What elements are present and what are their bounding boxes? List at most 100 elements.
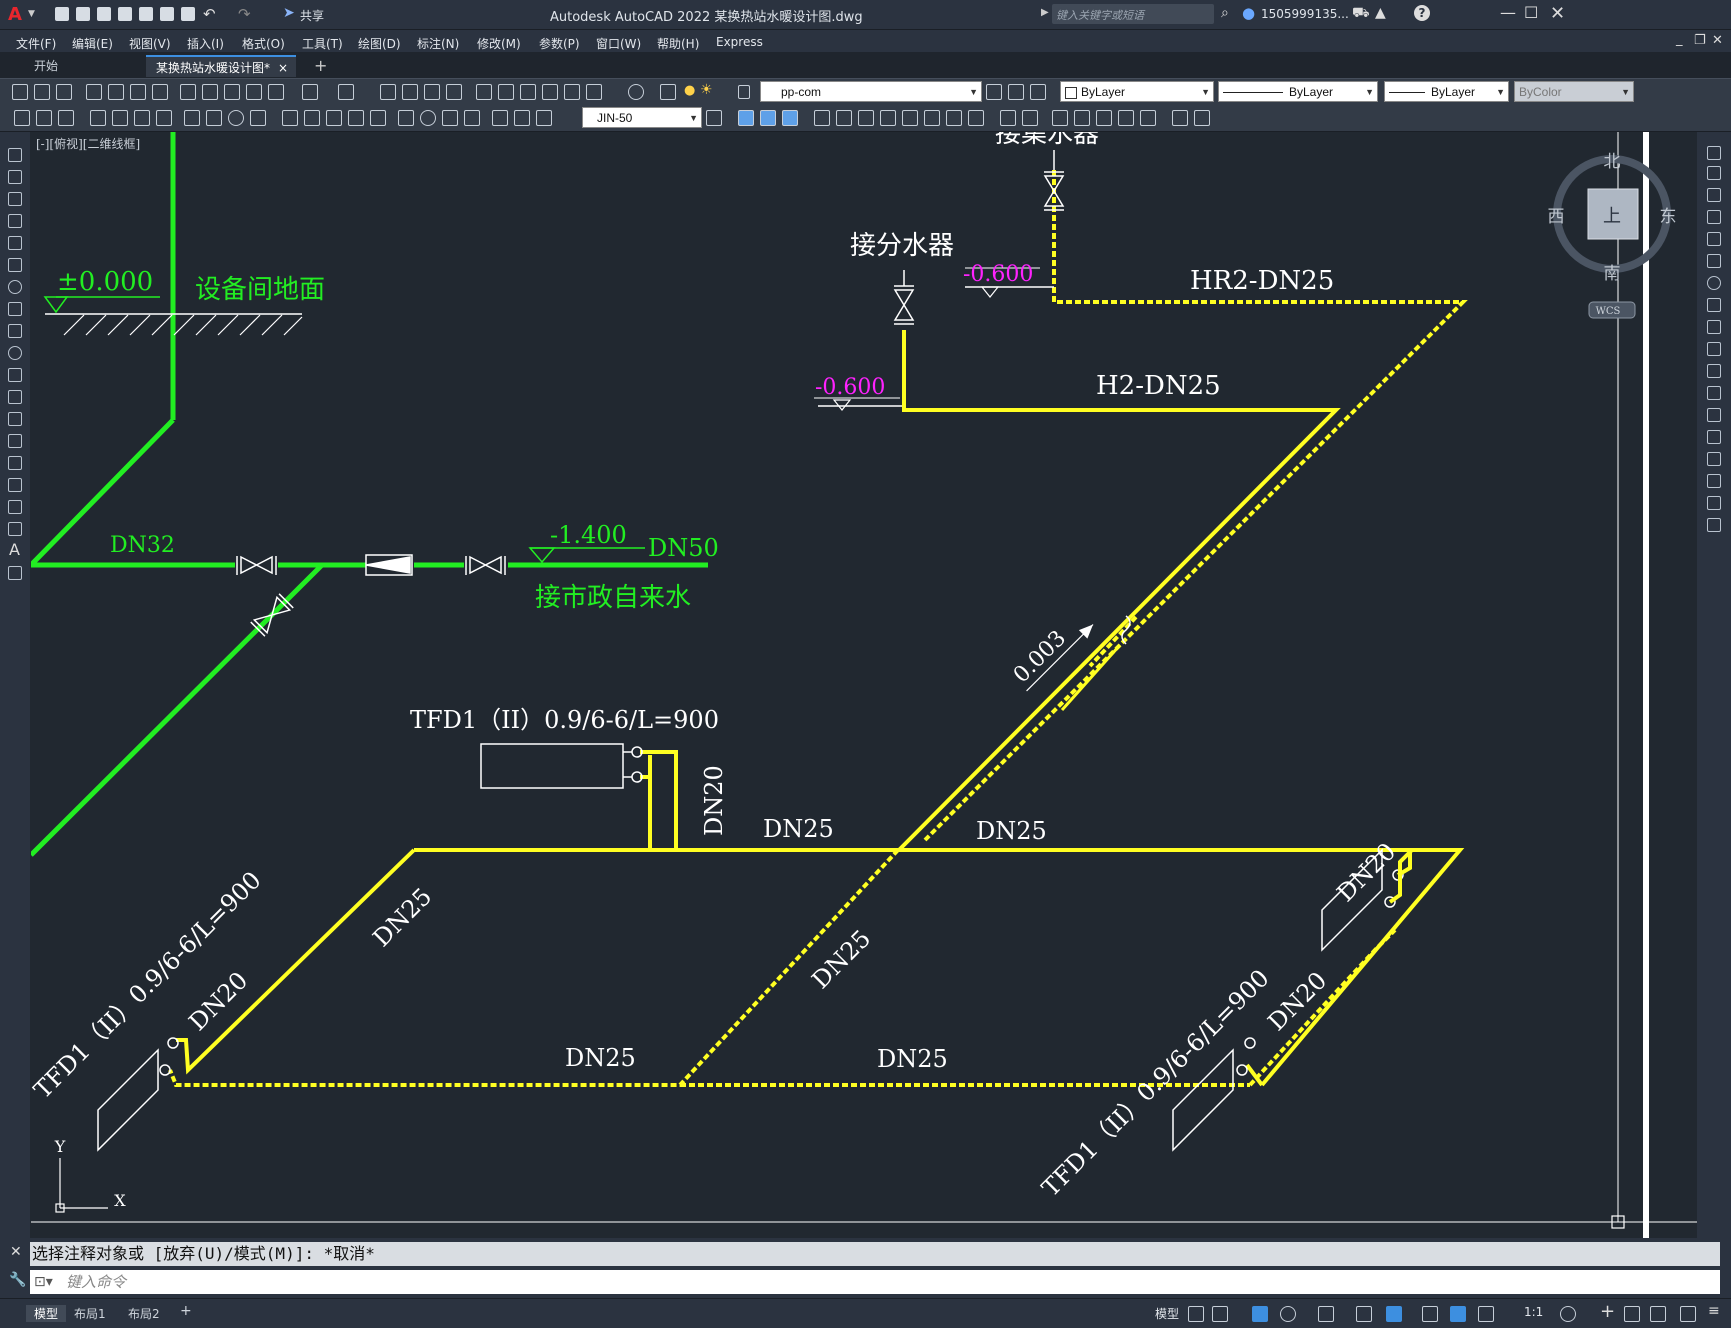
blend-icon[interactable] <box>1707 496 1721 510</box>
move-icon[interactable] <box>1707 254 1721 268</box>
menu-window[interactable]: 窗口(W) <box>596 35 641 52</box>
save-toolbar-icon[interactable] <box>56 84 72 100</box>
help-toolbar-icon[interactable] <box>628 84 644 100</box>
doc-restore-icon[interactable]: ❐ <box>1694 33 1706 48</box>
region-icon[interactable] <box>8 500 22 514</box>
command-input[interactable]: ⊡▾ 键入命令 <box>30 1270 1720 1294</box>
cut-icon[interactable] <box>180 84 196 100</box>
chamfer-icon[interactable] <box>1707 452 1721 466</box>
doc-minimize-icon[interactable]: _ <box>1676 32 1683 47</box>
modify-20-icon[interactable] <box>1194 110 1210 126</box>
modify-5-icon[interactable] <box>836 110 852 126</box>
snap-icon[interactable] <box>1212 1306 1228 1322</box>
menu-express[interactable]: Express <box>716 35 763 49</box>
modify-4-icon[interactable] <box>814 110 830 126</box>
color-dropdown[interactable]: ByLayer ▼ <box>1060 81 1214 102</box>
layout-tab-1[interactable]: 布局1 <box>74 1305 106 1322</box>
share-button[interactable]: 共享 <box>300 7 324 24</box>
batch-icon[interactable] <box>36 110 52 126</box>
menu-edit[interactable]: 编辑(E) <box>72 35 113 52</box>
spline-icon[interactable] <box>8 324 22 338</box>
workspace-gear-icon[interactable] <box>1560 1306 1576 1322</box>
pan-icon[interactable] <box>380 84 396 100</box>
circle-icon[interactable] <box>8 280 22 294</box>
viewcube-east[interactable]: 东 <box>1660 207 1677 227</box>
annotate-icon[interactable] <box>14 110 30 126</box>
tool-palettes-icon[interactable] <box>520 84 536 100</box>
hatch-icon[interactable] <box>8 456 22 470</box>
modify-11-icon[interactable] <box>968 110 984 126</box>
dim-edit-icon[interactable] <box>492 110 508 126</box>
modify-17-icon[interactable] <box>1118 110 1134 126</box>
menu-draw[interactable]: 绘图(D) <box>358 35 401 52</box>
plot-icon[interactable] <box>181 7 195 21</box>
match-prop-icon[interactable] <box>246 84 262 100</box>
lineweight-dropdown[interactable]: ByLayer ▼ <box>1384 81 1509 102</box>
dim-break-icon[interactable] <box>370 110 386 126</box>
new-tab-icon[interactable]: + <box>314 56 327 75</box>
undo-icon[interactable]: ↶ <box>203 5 216 23</box>
doc-close-icon[interactable]: ✕ <box>1712 33 1723 48</box>
search-input[interactable]: 键入关键字或短语 <box>1052 4 1214 24</box>
polygon-icon[interactable] <box>8 214 22 228</box>
quick-dim-icon[interactable] <box>282 110 298 126</box>
inspection-icon[interactable] <box>442 110 458 126</box>
modify-16-icon[interactable] <box>1096 110 1112 126</box>
jogged-icon[interactable] <box>206 110 222 126</box>
radius-icon[interactable] <box>184 110 200 126</box>
annotation-scale[interactable]: 1:1 <box>1524 1305 1543 1319</box>
save-icon[interactable] <box>97 7 111 21</box>
viewcube-north[interactable]: 北 <box>1604 152 1621 172</box>
erase-icon[interactable] <box>1707 146 1721 160</box>
arc-icon[interactable] <box>8 258 22 272</box>
help-icon[interactable]: ? <box>1414 5 1430 21</box>
tolerance-icon[interactable] <box>398 110 414 126</box>
baseline-icon[interactable] <box>304 110 320 126</box>
layout-tab-model[interactable]: 模型 <box>26 1305 67 1322</box>
share-icon[interactable]: ➤ <box>283 5 295 21</box>
rotate-icon[interactable] <box>1707 276 1721 290</box>
ordinate-icon[interactable] <box>156 110 172 126</box>
polyline-icon[interactable] <box>8 192 22 206</box>
layer-previous-icon[interactable] <box>1008 84 1024 100</box>
publish-icon[interactable] <box>130 84 146 100</box>
stretch-icon[interactable] <box>1707 320 1721 334</box>
viewcube-west[interactable]: 西 <box>1548 207 1565 227</box>
dim-text-edit-icon[interactable] <box>514 110 530 126</box>
lineweight-toggle-icon[interactable] <box>1422 1306 1438 1322</box>
modify-13-icon[interactable] <box>1022 110 1038 126</box>
wcs-label[interactable]: WCS <box>1596 306 1621 317</box>
viewport-controls[interactable]: [-][俯视][二维线框] <box>36 136 140 151</box>
open-web-icon[interactable] <box>139 7 153 21</box>
modify-12-icon[interactable] <box>1000 110 1016 126</box>
cart-icon[interactable]: ⛟ <box>1352 5 1370 23</box>
dim-update-icon[interactable] <box>536 110 552 126</box>
jogged-linear-icon[interactable] <box>464 110 480 126</box>
layer-lock-icon[interactable] <box>738 85 750 99</box>
mtext-icon[interactable]: A <box>9 540 20 559</box>
ortho-icon[interactable] <box>1252 1306 1268 1322</box>
properties-icon[interactable] <box>476 84 492 100</box>
linear-dim-icon[interactable] <box>90 110 106 126</box>
modify-15-icon[interactable] <box>1074 110 1090 126</box>
open-file-icon[interactable] <box>76 7 90 21</box>
modify-18-icon[interactable] <box>1140 110 1156 126</box>
redo-toolbar-icon[interactable] <box>338 84 354 100</box>
close-icon[interactable]: ✕ <box>1550 3 1565 24</box>
model-space-button[interactable]: 模型 <box>1155 1305 1179 1322</box>
ellipse-arc-icon[interactable] <box>8 368 22 382</box>
sheet-set-icon[interactable] <box>542 84 558 100</box>
add-layout-icon[interactable]: + <box>180 1303 192 1319</box>
modify-1-icon[interactable] <box>738 110 754 126</box>
zoom-window-icon[interactable] <box>424 84 440 100</box>
diameter-icon[interactable] <box>228 110 244 126</box>
copy-object-icon[interactable] <box>1707 166 1721 180</box>
break-icon[interactable] <box>1707 408 1721 422</box>
copy-icon[interactable] <box>202 84 218 100</box>
offset-icon[interactable] <box>1707 210 1721 224</box>
tab-start[interactable]: 开始 <box>24 55 164 77</box>
modify-19-icon[interactable] <box>1172 110 1188 126</box>
plotstyle-dropdown[interactable]: ByColor ▼ <box>1514 81 1634 102</box>
revcloud-icon[interactable] <box>8 302 22 316</box>
polar-icon[interactable] <box>1280 1306 1296 1322</box>
